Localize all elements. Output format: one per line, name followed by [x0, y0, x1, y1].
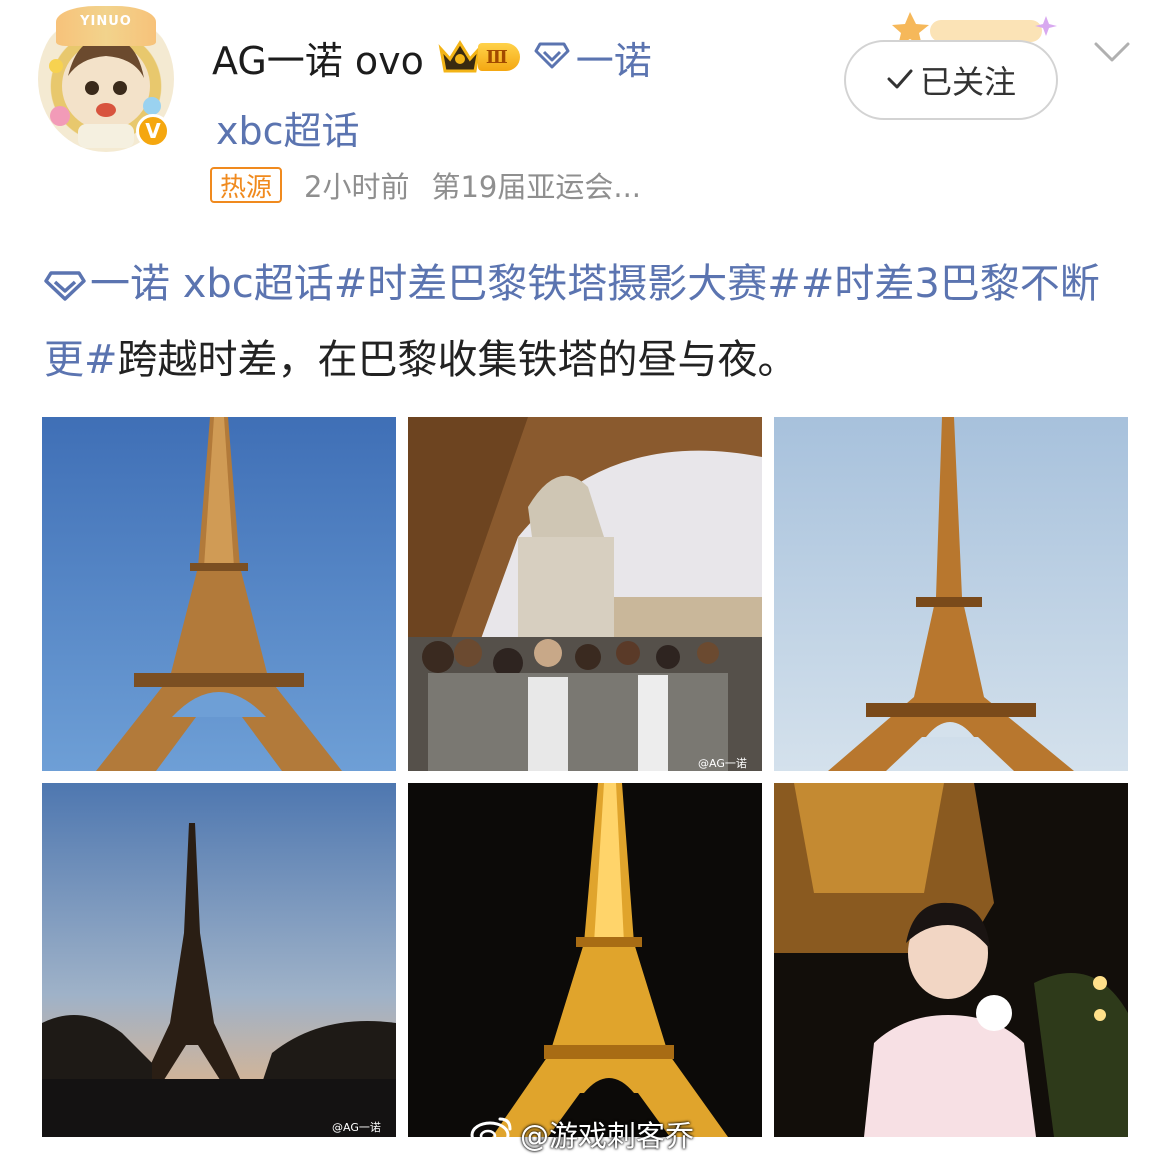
footer-watermark: @游戏刺客乔 [470, 1112, 694, 1156]
post-body: 跨越时差，在巴黎收集铁塔的昼与夜。 [117, 337, 798, 383]
crown-icon [438, 39, 482, 75]
hashtag-link[interactable]: #时差巴黎铁塔摄影大赛# [334, 261, 801, 307]
level-badge: Ⅲ [477, 43, 520, 71]
username[interactable]: AG一诺 ovo [212, 30, 424, 85]
follow-button-label: 已关注 [919, 63, 1016, 101]
chevron-down-icon[interactable] [1092, 38, 1132, 68]
verified-badge-icon: V [136, 114, 170, 148]
diamond-icon [534, 41, 570, 73]
super-topic-link[interactable]: 一诺 xbc超话 [90, 261, 334, 307]
check-icon [886, 61, 914, 99]
photo-6[interactable] [774, 783, 1128, 1137]
post-time: 2小时前 [304, 170, 410, 204]
photo-4[interactable]: @AG一诺 [42, 783, 396, 1137]
post-source[interactable]: 第19届亚运会... [431, 164, 641, 206]
super-topic-link[interactable]: 一诺 [576, 30, 652, 85]
photo-2[interactable]: @AG一诺ovo [408, 417, 762, 771]
weibo-logo-icon [470, 1113, 514, 1156]
diamond-icon [44, 252, 86, 324]
photo-5[interactable] [408, 783, 762, 1137]
avatar-label: YINUO [80, 14, 132, 29]
avatar[interactable]: YINUO V [38, 6, 174, 152]
photo-watermark: @AG一诺ovo [698, 757, 747, 770]
footer-watermark-text: @游戏刺客乔 [520, 1119, 695, 1153]
avatar-cat-ears: YINUO [56, 6, 156, 46]
hot-tag[interactable]: 热源 [210, 167, 283, 203]
follow-button[interactable]: 已关注 [844, 40, 1058, 120]
name-row: AG一诺 ovo Ⅲ 一诺 [212, 34, 652, 83]
post-text: 一诺 xbc超话#时差巴黎铁塔摄影大赛##时差3巴黎不断更#跨越时差，在巴黎收集… [44, 248, 1134, 396]
photo-1[interactable] [42, 417, 396, 771]
super-topic-link-continued[interactable]: xbc超话 [216, 100, 360, 155]
meta-row: 热源 2小时前 第19届亚运会... [210, 166, 641, 204]
photo-3[interactable] [774, 417, 1128, 771]
photo-watermark: @AG一诺 [332, 1121, 381, 1134]
